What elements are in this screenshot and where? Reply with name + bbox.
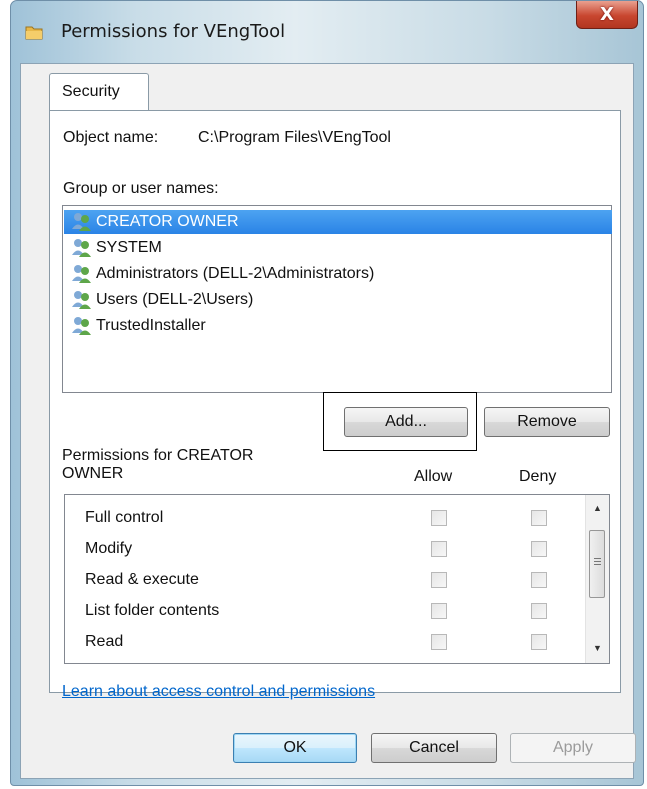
- deny-checkbox[interactable]: [531, 572, 547, 588]
- group-list-label: Group or user names:: [63, 180, 219, 197]
- permission-name: Read & execute: [85, 571, 199, 588]
- tab-security[interactable]: Security: [49, 73, 149, 111]
- permissions-label: Permissions for CREATOR OWNER: [62, 447, 253, 483]
- list-item-label: CREATOR OWNER: [96, 213, 239, 230]
- allow-checkbox[interactable]: [431, 510, 447, 526]
- remove-button[interactable]: Remove: [484, 407, 610, 437]
- list-item-label: Administrators (DELL-2\Administrators): [96, 265, 375, 282]
- permission-name: List folder contents: [85, 602, 220, 619]
- table-row: Modify: [65, 535, 585, 566]
- list-item-label: TrustedInstaller: [96, 317, 206, 334]
- permission-name: Read: [85, 633, 124, 650]
- list-item[interactable]: Administrators (DELL-2\Administrators): [71, 262, 374, 286]
- grip-icon: [594, 558, 601, 559]
- window-title: Permissions for VEngTool: [61, 21, 286, 42]
- user-group-icon: [72, 291, 91, 309]
- allow-checkbox[interactable]: [431, 603, 447, 619]
- permission-name: Modify: [85, 540, 133, 557]
- cancel-button[interactable]: Cancel: [371, 733, 497, 763]
- scroll-up-icon[interactable]: ▲: [593, 503, 602, 513]
- allow-checkbox[interactable]: [431, 572, 447, 588]
- user-group-icon: [72, 239, 91, 257]
- scroll-down-icon[interactable]: ▼: [593, 643, 602, 653]
- deny-checkbox[interactable]: [531, 541, 547, 557]
- permissions-list: Full control Modify Read & execute List …: [64, 494, 610, 664]
- allow-column-header: Allow: [414, 468, 453, 485]
- permission-name: Full control: [85, 509, 164, 526]
- list-item-label: SYSTEM: [96, 239, 162, 256]
- grip-icon: [594, 564, 601, 565]
- group-user-list[interactable]: CREATOR OWNER SYSTEM Administrators (DEL…: [62, 205, 612, 393]
- list-item[interactable]: SYSTEM: [71, 236, 162, 260]
- table-row: Full control: [65, 504, 585, 535]
- list-item[interactable]: Users (DELL-2\Users): [71, 288, 253, 312]
- access-control-help-link[interactable]: Learn about access control and permissio…: [62, 683, 375, 701]
- table-row: Read & execute: [65, 566, 585, 597]
- grip-icon: [594, 561, 601, 562]
- ok-button[interactable]: OK: [233, 733, 357, 763]
- allow-checkbox[interactable]: [431, 541, 447, 557]
- object-name-label: Object name:: [63, 129, 159, 146]
- table-row: Read: [65, 628, 585, 659]
- scroll-thumb[interactable]: [589, 530, 605, 598]
- add-button[interactable]: Add...: [344, 407, 468, 437]
- user-group-icon: [72, 265, 91, 283]
- allow-checkbox[interactable]: [431, 634, 447, 650]
- close-icon: X: [600, 4, 614, 25]
- object-name-value: C:\Program Files\VEngTool: [198, 129, 391, 146]
- list-item[interactable]: TrustedInstaller: [71, 314, 206, 338]
- table-row: List folder contents: [65, 597, 585, 628]
- folder-icon: [25, 26, 43, 40]
- apply-button[interactable]: Apply: [510, 733, 636, 763]
- permissions-label-line2: OWNER: [62, 465, 124, 482]
- deny-checkbox[interactable]: [531, 634, 547, 650]
- deny-checkbox[interactable]: [531, 603, 547, 619]
- permissions-label-line1: Permissions for CREATOR: [62, 447, 254, 464]
- tab-security-label: Security: [62, 83, 120, 100]
- list-item[interactable]: CREATOR OWNER: [64, 210, 612, 234]
- user-group-icon: [72, 317, 91, 335]
- user-group-icon: [72, 213, 91, 231]
- list-item-label: Users (DELL-2\Users): [96, 291, 254, 308]
- permissions-scrollbar[interactable]: ▲ ▼: [585, 495, 609, 663]
- deny-column-header: Deny: [519, 468, 557, 485]
- deny-checkbox[interactable]: [531, 510, 547, 526]
- title-bar[interactable]: Permissions for VEngTool X: [11, 1, 643, 63]
- close-button[interactable]: X: [576, 1, 638, 29]
